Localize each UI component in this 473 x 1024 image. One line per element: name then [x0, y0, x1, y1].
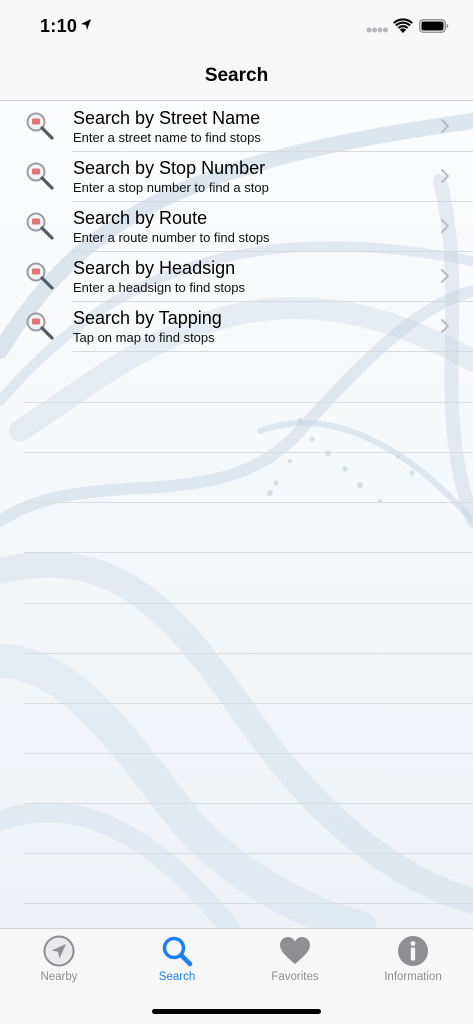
tab-search[interactable]: Search — [118, 929, 236, 991]
heart-icon — [280, 937, 310, 964]
empty-row-separator — [24, 753, 473, 754]
location-arrow-icon — [81, 19, 91, 30]
tab-nearby[interactable]: Nearby — [0, 929, 118, 991]
chevron-right-icon — [441, 169, 449, 183]
empty-row-separator — [24, 803, 473, 804]
status-bar: 1:10 — [0, 0, 473, 50]
tab-favorites[interactable]: Favorites — [236, 929, 354, 991]
row-subtitle: Tap on map to find stops — [73, 330, 215, 345]
magnifier-icon — [26, 312, 54, 340]
row-separator — [72, 351, 473, 352]
search-by-street-name-row[interactable]: Search by Street Name Enter a street nam… — [0, 101, 473, 151]
tab-label: Favorites — [271, 971, 319, 983]
battery-icon — [419, 19, 449, 33]
search-by-tapping-row[interactable]: Search by Tapping Tap on map to find sto… — [0, 301, 473, 351]
row-subtitle: Enter a street name to find stops — [73, 130, 261, 145]
search-by-route-row[interactable]: Search by Route Enter a route number to … — [0, 201, 473, 251]
row-title: Search by Stop Number — [73, 158, 266, 178]
empty-row-separator — [24, 853, 473, 854]
row-subtitle: Enter a stop number to find a stop — [73, 180, 269, 195]
empty-row-separator — [24, 603, 473, 604]
page-title: Search — [204, 65, 269, 86]
chevron-right-icon — [441, 219, 449, 233]
screen: 1:10 Search Search by Street Name Enter … — [0, 0, 473, 1024]
status-time: 1:10 — [40, 16, 78, 36]
cellular-signal-icon — [366, 27, 388, 33]
row-title: Search by Headsign — [73, 258, 236, 278]
search-by-headsign-row[interactable]: Search by Headsign Enter a headsign to f… — [0, 251, 473, 301]
row-subtitle: Enter a route number to find stops — [73, 230, 270, 245]
chevron-right-icon — [441, 119, 449, 133]
navigation-bar: Search — [0, 50, 473, 101]
magnifier-icon — [26, 212, 54, 240]
magnifier-icon — [26, 162, 54, 190]
search-options-table: Search by Street Name Enter a street nam… — [0, 101, 473, 928]
row-title: Search by Street Name — [73, 108, 261, 128]
wifi-icon — [393, 18, 413, 33]
home-indicator — [152, 1009, 321, 1014]
empty-row-separator — [24, 653, 473, 654]
empty-row-separator — [24, 402, 473, 403]
row-title: Search by Tapping — [73, 308, 222, 328]
empty-row-separator — [24, 903, 473, 904]
empty-row-separator — [24, 502, 473, 503]
empty-row-separator — [24, 552, 473, 553]
compass-arrow-icon — [43, 935, 75, 967]
empty-row-separator — [24, 452, 473, 453]
tab-bar: Nearby Search Favorites Information — [0, 928, 473, 1024]
tab-label: Information — [384, 971, 442, 983]
magnifier-icon — [26, 262, 54, 290]
tab-information[interactable]: Information — [354, 929, 472, 991]
info-icon — [398, 936, 428, 966]
search-by-stop-number-row[interactable]: Search by Stop Number Enter a stop numbe… — [0, 151, 473, 201]
search-icon — [162, 936, 193, 967]
magnifier-icon — [26, 112, 54, 140]
empty-row-separator — [24, 703, 473, 704]
tab-label: Search — [158, 971, 196, 983]
tab-label: Nearby — [40, 971, 78, 983]
row-subtitle: Enter a headsign to find stops — [73, 280, 246, 295]
row-title: Search by Route — [73, 208, 208, 228]
chevron-right-icon — [441, 319, 449, 333]
chevron-right-icon — [441, 269, 449, 283]
